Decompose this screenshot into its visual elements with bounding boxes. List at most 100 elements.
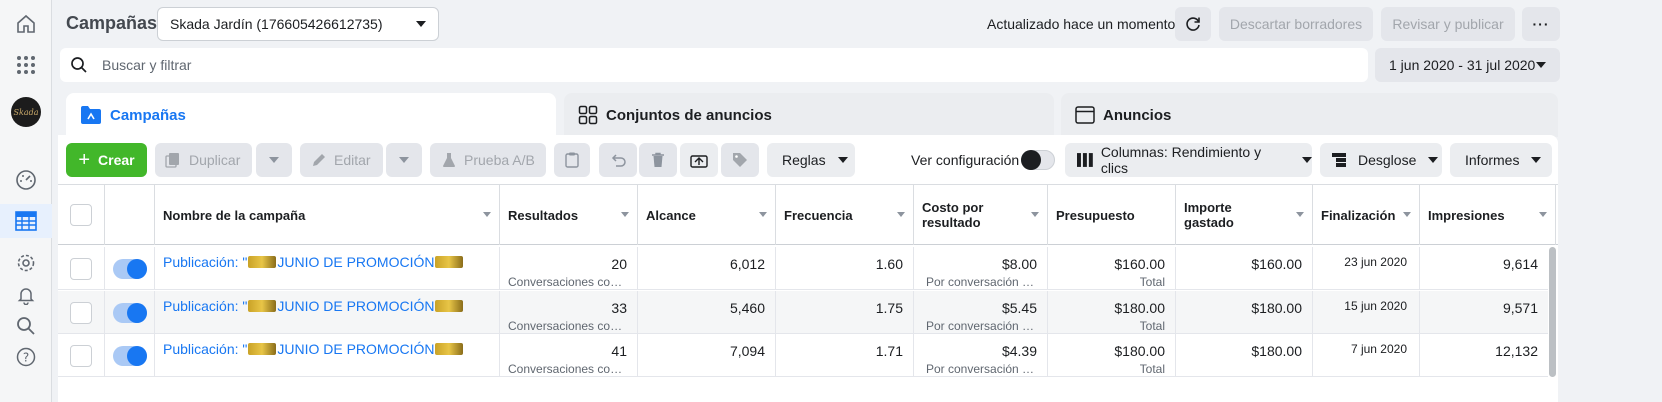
select-all-checkbox[interactable] bbox=[70, 204, 92, 226]
sort-icon bbox=[483, 212, 491, 217]
account-selector[interactable]: Skada Jardín (176605426612735) bbox=[157, 7, 439, 41]
header-impressions[interactable]: Impresiones bbox=[1420, 185, 1556, 245]
header-budget[interactable]: Presupuesto bbox=[1048, 185, 1176, 245]
campaign-status-toggle[interactable] bbox=[113, 259, 147, 279]
columns-label: Columnas: Rendimiento y clics bbox=[1100, 144, 1262, 176]
table-row[interactable]: Publicación: " JUNIO DE PROMOCIÓN 20 Conver… bbox=[58, 247, 1548, 290]
apps-grid-icon[interactable] bbox=[0, 48, 52, 82]
results-value: 41 bbox=[611, 343, 627, 359]
megaphone-emoji-icon bbox=[248, 299, 277, 312]
reports-dropdown[interactable]: Informes bbox=[1450, 143, 1552, 177]
campaign-name-link[interactable]: Publicación: " JUNIO DE PROMOCIÓN bbox=[163, 254, 464, 270]
chevron-down-icon bbox=[416, 21, 426, 27]
dashboard-gauge-icon[interactable] bbox=[0, 163, 52, 197]
header-label: Costo por resultado bbox=[922, 200, 984, 230]
row-checkbox[interactable] bbox=[70, 345, 92, 367]
account-avatar[interactable]: Skada bbox=[0, 95, 52, 129]
budget-cell: $180.00 Total bbox=[1048, 334, 1176, 377]
view-setup-label: Ver configuración bbox=[911, 152, 1020, 168]
reach-cell: 5,460 bbox=[638, 290, 776, 334]
header-cost-per-result[interactable]: Costo por resultado bbox=[914, 185, 1048, 245]
export-button[interactable] bbox=[680, 143, 718, 177]
create-button[interactable]: + Crear bbox=[66, 143, 147, 177]
end-date-value: 23 jun 2020 bbox=[1344, 255, 1407, 269]
spent-value: $180.00 bbox=[1251, 343, 1302, 359]
header-reach[interactable]: Alcance bbox=[638, 185, 776, 245]
date-range-picker[interactable]: 1 jun 2020 - 31 jul 2020 bbox=[1375, 48, 1560, 82]
tab-ad-sets[interactable]: Conjuntos de anuncios bbox=[564, 93, 1054, 137]
row-checkbox[interactable] bbox=[70, 301, 92, 324]
chevron-down-icon bbox=[1536, 62, 1546, 68]
view-setup-toggle[interactable] bbox=[1021, 150, 1055, 170]
header-frequency[interactable]: Frecuencia bbox=[776, 185, 914, 245]
search-icon[interactable] bbox=[0, 309, 52, 343]
header-amount-spent[interactable]: Importe gastado bbox=[1176, 185, 1313, 245]
table-row[interactable]: Publicación: " JUNIO DE PROMOCIÓN 33 Conver… bbox=[58, 290, 1548, 334]
results-type: Conversaciones con mensajes iniciadas bbox=[508, 318, 627, 333]
row-select-cell bbox=[58, 247, 105, 290]
header-end-date[interactable]: Finalización bbox=[1313, 185, 1420, 245]
duplicate-icon bbox=[165, 153, 179, 168]
tab-ads[interactable]: Anuncios bbox=[1061, 93, 1558, 137]
campaign-status-toggle[interactable] bbox=[113, 346, 147, 366]
review-publish-button[interactable]: Revisar y publicar bbox=[1381, 7, 1515, 41]
delete-button[interactable] bbox=[639, 143, 677, 177]
toggle-knob bbox=[127, 259, 147, 279]
ads-window-icon bbox=[1075, 106, 1095, 124]
avatar-logo-icon: Skada bbox=[11, 97, 41, 127]
edit-dropdown-button[interactable] bbox=[386, 143, 422, 177]
home-icon[interactable] bbox=[0, 7, 52, 41]
campaign-status-toggle[interactable] bbox=[113, 302, 147, 323]
discard-drafts-button[interactable]: Descartar borradores bbox=[1219, 7, 1373, 41]
toggle-knob bbox=[1021, 150, 1041, 170]
campaign-name-link[interactable]: Publicación: " JUNIO DE PROMOCIÓN bbox=[163, 298, 464, 314]
settings-gear-icon[interactable] bbox=[0, 246, 52, 280]
create-label: Crear bbox=[98, 152, 135, 168]
edit-button[interactable]: Editar bbox=[300, 143, 383, 177]
header-campaign-name[interactable]: Nombre de la campaña bbox=[155, 185, 500, 245]
row-toggle-cell bbox=[105, 334, 155, 377]
ab-test-button[interactable]: Prueba A/B bbox=[430, 143, 546, 177]
results-type: Conversaciones con mensajes iniciadas bbox=[508, 362, 627, 376]
header-label: Finalización bbox=[1321, 207, 1396, 223]
cost-cell: $4.39 Por conversación con mensajes inici… bbox=[914, 334, 1048, 377]
sort-icon bbox=[1296, 212, 1304, 217]
end-date-cell: 7 jun 2020 bbox=[1313, 334, 1420, 377]
megaphone-emoji-icon bbox=[248, 256, 277, 268]
undo-button[interactable] bbox=[599, 143, 637, 177]
table-row[interactable]: Publicación: " JUNIO DE PROMOCIÓN 41 Conver… bbox=[58, 334, 1548, 377]
megaphone-emoji-icon bbox=[248, 343, 277, 355]
columns-dropdown[interactable]: Columnas: Rendimiento y clics bbox=[1065, 143, 1312, 177]
vertical-scrollbar[interactable] bbox=[1549, 247, 1556, 377]
tag-button[interactable] bbox=[721, 143, 759, 177]
refresh-button[interactable] bbox=[1175, 7, 1211, 41]
row-checkbox[interactable] bbox=[70, 258, 92, 280]
trash-icon bbox=[652, 152, 664, 167]
campaign-name-text: JUNIO DE PROMOCIÓN bbox=[277, 297, 435, 314]
spent-cell: $180.00 bbox=[1176, 334, 1313, 377]
header-label: Importe gastado bbox=[1184, 200, 1234, 230]
search-input[interactable] bbox=[102, 57, 1302, 73]
notifications-bell-icon[interactable] bbox=[0, 278, 52, 312]
budget-type: Total bbox=[1139, 318, 1165, 333]
breakdown-dropdown[interactable]: Desglose bbox=[1320, 143, 1442, 177]
budget-value: $180.00 bbox=[1114, 299, 1165, 316]
header-results[interactable]: Resultados bbox=[500, 185, 638, 245]
more-options-button[interactable]: ··· bbox=[1522, 7, 1560, 41]
row-toggle-cell bbox=[105, 290, 155, 334]
impressions-cell: 9,614 bbox=[1420, 247, 1548, 290]
clipboard-button[interactable] bbox=[554, 143, 590, 177]
frequency-value: 1.60 bbox=[875, 256, 903, 272]
cost-cell: $8.00 Por conversación con mensajes inici… bbox=[914, 247, 1048, 290]
row-select-cell bbox=[58, 334, 105, 377]
search-bar[interactable] bbox=[60, 48, 1368, 82]
tab-campaigns[interactable]: Campañas bbox=[66, 93, 556, 137]
rules-dropdown[interactable]: Reglas bbox=[767, 143, 855, 177]
export-icon bbox=[690, 155, 708, 168]
help-icon[interactable]: ? bbox=[0, 340, 52, 374]
campaign-name-link[interactable]: Publicación: " JUNIO DE PROMOCIÓN bbox=[163, 341, 464, 357]
duplicate-button[interactable]: Duplicar bbox=[155, 143, 252, 177]
ads-manager-table-icon[interactable] bbox=[0, 204, 52, 238]
clipboard-icon bbox=[565, 152, 579, 168]
duplicate-dropdown-button[interactable] bbox=[256, 143, 292, 177]
